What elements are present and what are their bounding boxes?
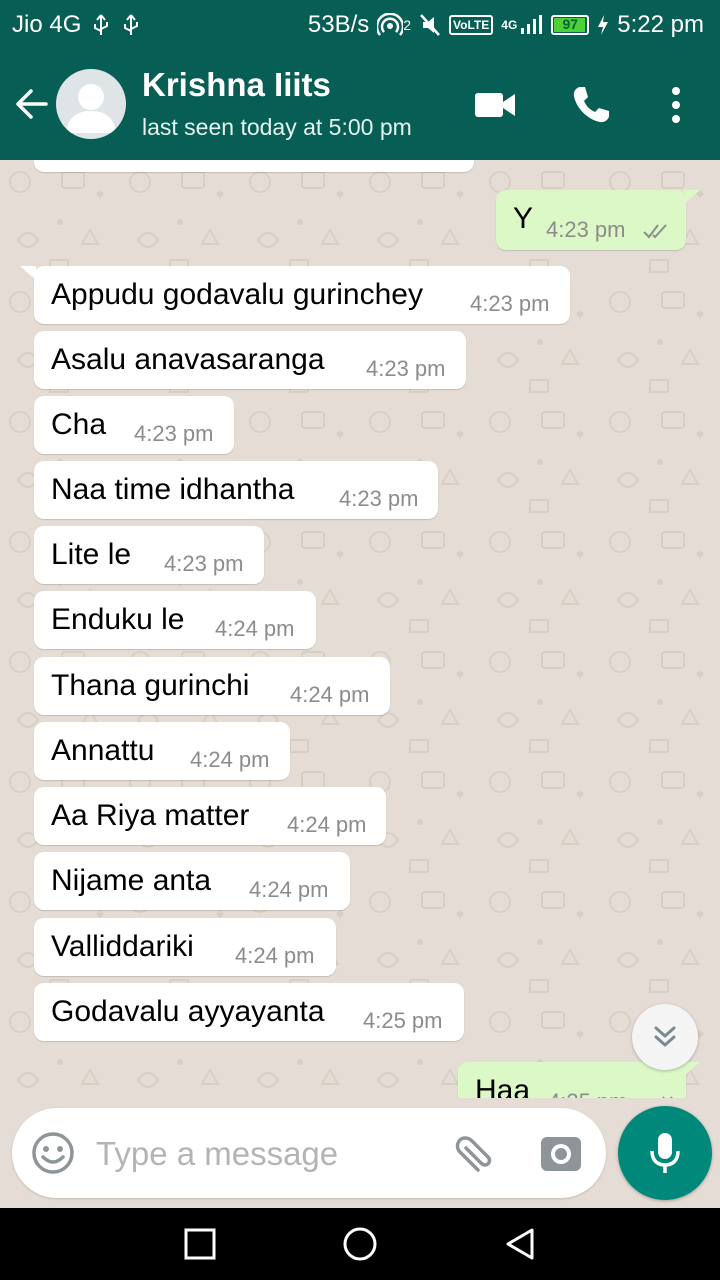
voice-message-button[interactable] (618, 1106, 712, 1200)
charging-icon (598, 15, 609, 35)
phone-icon[interactable] (568, 82, 614, 128)
message-time: 4:24 pm (287, 812, 367, 837)
message-text: Nijame anta (51, 864, 212, 897)
read-ticks-icon (662, 1096, 673, 1098)
back-arrow-icon[interactable] (14, 86, 50, 122)
message-time: 4:23 pm (366, 356, 446, 381)
message-time: 4:24 pm (215, 616, 295, 641)
net-speed: 53B/s (307, 11, 370, 38)
message-text: Enduku le (51, 603, 185, 636)
system-nav-bar (0, 1208, 720, 1280)
incoming-message[interactable]: Nijame anta 4:24 pm (34, 852, 350, 910)
message-time: 4:24 pm (249, 877, 329, 902)
message-time: 4:25 pm (363, 1008, 443, 1033)
message-text: Naa time idhantha (51, 473, 295, 506)
network-type: 4G (501, 18, 518, 32)
clock: 5:22 pm (617, 11, 704, 38)
attachment-icon[interactable] (448, 1130, 496, 1178)
battery-icon: 97 (551, 15, 590, 35)
recent-apps-icon[interactable] (182, 1226, 218, 1262)
emoji-icon[interactable] (30, 1130, 76, 1176)
hotspot-count: 2 (403, 17, 412, 33)
incoming-message[interactable]: Thana gurinchi 4:24 pm (34, 657, 390, 715)
message-text: Annattu (51, 734, 155, 767)
incoming-message[interactable]: Appudu godavalu gurinchey 4:23 pm (34, 266, 570, 324)
home-icon[interactable] (342, 1226, 378, 1262)
message-time: 4:24 pm (190, 747, 270, 772)
last-seen-status: last seen today at 5:00 pm (142, 114, 412, 140)
outgoing-message[interactable]: Y 4:23 pm (496, 190, 686, 250)
mute-icon (420, 14, 440, 36)
message-time: 4:24 pm (290, 682, 370, 707)
incoming-message[interactable]: Enduku le 4:24 pm (34, 591, 316, 649)
message-composer (12, 1108, 606, 1198)
incoming-message[interactable]: Valliddariki 4:24 pm (34, 918, 336, 976)
message-time: 4:23 pm (134, 421, 214, 446)
message-text: Godavalu ayyayanta (51, 995, 325, 1028)
message-text: Thana gurinchi (51, 669, 250, 702)
camera-icon[interactable] (538, 1130, 584, 1176)
message-time: 4:23 pm (339, 486, 419, 511)
video-call-icon[interactable] (472, 82, 518, 128)
bubble-tail (684, 190, 700, 204)
default-avatar-icon (66, 84, 116, 133)
message-text: Cha (51, 408, 107, 441)
volte-badge: VoLTE (449, 15, 494, 35)
incoming-message[interactable]: Annattu 4:24 pm (34, 722, 290, 780)
microphone-icon (650, 1133, 680, 1173)
signal-icon (521, 15, 543, 34)
avatar[interactable] (56, 69, 126, 139)
contact-name[interactable]: Krishna Iiits (142, 66, 331, 104)
message-text: Lite le (51, 538, 132, 571)
message-time: 4:25 pm (548, 1089, 628, 1098)
message-time: 4:23 pm (164, 551, 244, 576)
status-right: 53B/s 2 VoLTE 4G 97 5:22 pm (308, 11, 704, 39)
status-bar: Jio 4G 53B/s 2 VoLTE 4G 97 5:22 pm (0, 0, 720, 48)
read-ticks-icon (643, 224, 667, 239)
status-left: Jio 4G (12, 11, 141, 39)
message-text: Haa (475, 1074, 531, 1098)
hotspot-icon (377, 13, 404, 36)
incoming-message[interactable]: Asalu anavasaranga 4:23 pm (34, 331, 466, 389)
incoming-message[interactable]: Cha 4:23 pm (34, 396, 234, 454)
usb-icon (124, 14, 139, 35)
message-text: Appudu godavalu gurinchey (51, 278, 423, 311)
double-chevron-down-icon (654, 1026, 676, 1047)
scroll-to-bottom-button[interactable] (632, 1004, 698, 1070)
message-text: Y (513, 202, 534, 235)
incoming-message[interactable]: Godavalu ayyayanta 4:25 pm (34, 983, 464, 1041)
message-text: Valliddariki (51, 930, 194, 963)
carrier-label: Jio 4G (12, 11, 82, 38)
message-text: Asalu anavasaranga (51, 343, 325, 376)
usb-icon (94, 14, 109, 35)
message-time: 4:24 pm (235, 943, 315, 968)
battery-percent: 97 (562, 16, 579, 32)
chat-header: Krishna Iiits last seen today at 5:00 pm (0, 48, 720, 160)
incoming-message[interactable]: Lite le 4:23 pm (34, 526, 264, 584)
message-time: 4:23 pm (470, 291, 550, 316)
bubble-tail (684, 1062, 700, 1076)
more-vert-icon[interactable] (654, 82, 698, 128)
partial-message-bubble[interactable] (34, 160, 474, 172)
message-time: 4:23 pm (546, 217, 626, 242)
incoming-message[interactable]: Aa Riya matter 4:24 pm (34, 787, 386, 845)
chat-area[interactable]: Y 4:23 pm Appudu godavalu gurinchey 4:23… (0, 160, 720, 1098)
message-input[interactable] (96, 1132, 436, 1176)
incoming-message[interactable]: Naa time idhantha 4:23 pm (34, 461, 438, 519)
nav-back-icon[interactable] (502, 1226, 538, 1262)
message-text: Aa Riya matter (51, 799, 250, 832)
